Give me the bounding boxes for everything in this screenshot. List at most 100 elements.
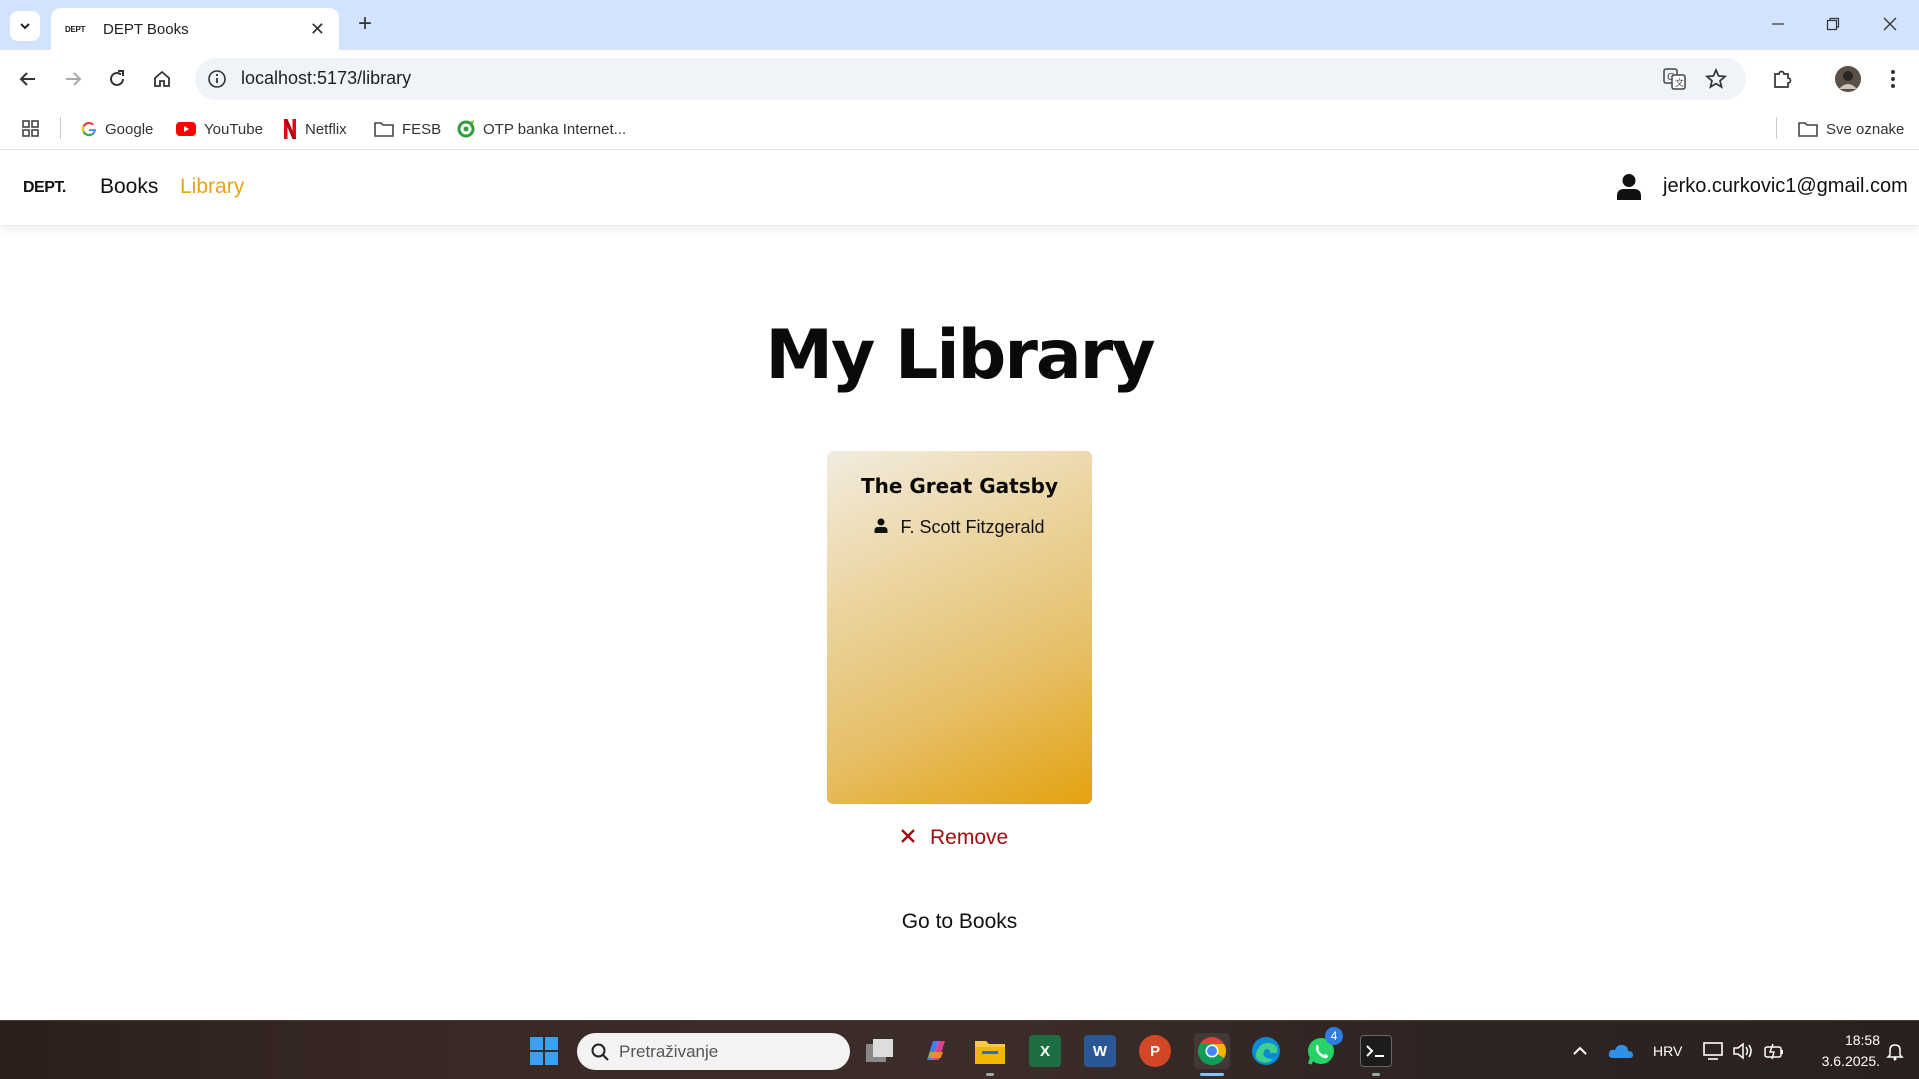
arrow-right-icon	[66, 72, 82, 86]
taskbar-search-placeholder: Pretraživanje	[619, 1041, 719, 1061]
close-tab-icon[interactable]: ✕	[310, 19, 325, 40]
volume-icon[interactable]	[1730, 1035, 1756, 1067]
browser-tab-strip: DEPT DEPT Books ✕ +	[0, 0, 1919, 50]
battery-icon[interactable]	[1761, 1035, 1787, 1067]
windows-taskbar: Pretraživanje X W P 4 HRV 18:58 3.6.2025…	[0, 1020, 1919, 1079]
bookmarks-divider	[1776, 117, 1777, 139]
forward-button[interactable]	[57, 63, 89, 95]
close-icon	[1883, 17, 1897, 31]
reload-icon	[110, 70, 124, 86]
go-to-books-link[interactable]: Go to Books	[0, 910, 1919, 934]
translate-icon[interactable]: G文	[1663, 68, 1687, 95]
book-author: F. Scott Fitzgerald	[900, 517, 1045, 537]
remove-label: Remove	[930, 826, 1009, 849]
page-title: My Library	[765, 316, 1155, 395]
running-indicator	[1372, 1073, 1380, 1076]
taskbar-search-box[interactable]: Pretraživanje	[577, 1033, 850, 1070]
bookmark-youtube[interactable]: YouTube	[176, 113, 263, 145]
search-icon	[591, 1043, 609, 1061]
author-person-icon	[874, 518, 888, 538]
address-bar[interactable]: localhost:5173/library G文	[195, 58, 1746, 100]
tab-title: DEPT Books	[103, 20, 189, 38]
restore-button[interactable]	[1813, 8, 1853, 40]
bookmarks-bar: Google YouTube Netflix FESB OTP banka In…	[0, 108, 1919, 150]
all-bookmarks-label: Sve oznake	[1826, 120, 1905, 138]
close-x-icon	[900, 828, 916, 849]
network-icon[interactable]	[1700, 1035, 1726, 1067]
file-explorer-icon[interactable]	[974, 1035, 1006, 1067]
minimize-button[interactable]	[1758, 8, 1798, 40]
bookmark-star-icon[interactable]	[1704, 67, 1728, 95]
clock-date[interactable]: 3.6.2025.	[1806, 1053, 1880, 1069]
url-text[interactable]: localhost:5173/library	[241, 68, 411, 89]
user-email[interactable]: jerko.curkovic1@gmail.com	[1663, 175, 1908, 198]
otp-icon	[457, 120, 475, 138]
apps-grid-icon	[22, 120, 39, 137]
close-window-button[interactable]	[1870, 8, 1910, 40]
clock-time[interactable]: 18:58	[1828, 1032, 1880, 1048]
whatsapp-notification-badge: 4	[1325, 1027, 1343, 1045]
browser-tab[interactable]: DEPT DEPT Books ✕	[51, 8, 339, 50]
bookmark-label: Netflix	[305, 120, 347, 138]
home-icon	[154, 70, 170, 87]
new-tab-button[interactable]: +	[351, 11, 379, 39]
chrome-taskbar-button[interactable]	[1194, 1033, 1230, 1069]
nav-books-link[interactable]: Books	[100, 175, 158, 199]
home-button[interactable]	[146, 63, 178, 95]
bookmark-folder-fesb[interactable]: FESB	[374, 113, 441, 145]
profile-avatar[interactable]	[1832, 63, 1864, 95]
excel-icon[interactable]: X	[1029, 1035, 1061, 1067]
bookmark-label: Google	[105, 120, 154, 138]
book-title: The Great Gatsby	[860, 474, 1058, 498]
puzzle-icon	[1774, 70, 1792, 88]
tab-search-button[interactable]	[10, 11, 40, 41]
powerpoint-icon[interactable]: P	[1139, 1035, 1171, 1067]
bookmark-google[interactable]: Google	[81, 113, 153, 145]
notification-bell-icon[interactable]	[1880, 1035, 1910, 1067]
minimize-icon	[1772, 23, 1784, 25]
back-button[interactable]	[12, 63, 44, 95]
arrow-left-icon	[19, 72, 35, 86]
book-card[interactable]: The Great Gatsby F. Scott Fitzgerald	[827, 451, 1092, 804]
google-icon	[81, 121, 97, 137]
apps-shortcut[interactable]	[21, 113, 41, 145]
browser-menu-button[interactable]	[1877, 63, 1909, 95]
bookmark-label: FESB	[402, 120, 442, 138]
more-vertical-icon	[1891, 70, 1895, 88]
svg-text:文: 文	[1675, 77, 1684, 89]
all-bookmarks-folder[interactable]: Sve oznake	[1798, 113, 1904, 145]
whatsapp-icon[interactable]: 4	[1305, 1027, 1343, 1067]
onedrive-icon[interactable]	[1604, 1035, 1638, 1067]
tab-favicon: DEPT	[65, 24, 86, 34]
bookmarks-divider	[60, 117, 61, 139]
copilot-icon[interactable]	[920, 1035, 952, 1067]
extensions-button[interactable]	[1766, 63, 1798, 95]
running-indicator	[986, 1073, 994, 1076]
chevron-up-icon[interactable]	[1566, 1035, 1594, 1067]
youtube-icon	[176, 122, 196, 136]
windows-logo-icon	[530, 1037, 558, 1065]
bookmark-label: OTP banka Internet...	[483, 120, 627, 138]
chevron-down-icon	[20, 23, 30, 30]
user-icon	[1616, 173, 1642, 206]
active-app-indicator	[1200, 1073, 1224, 1076]
word-icon[interactable]: W	[1084, 1035, 1116, 1067]
chrome-icon	[1198, 1037, 1226, 1065]
nav-library-link[interactable]: Library	[180, 175, 244, 199]
reload-button[interactable]	[101, 63, 133, 95]
windows-start-button[interactable]	[528, 1035, 560, 1067]
dept-logo[interactable]: DEPT.	[23, 179, 66, 197]
remove-book-button[interactable]: Remove	[900, 826, 1008, 850]
site-info-icon[interactable]	[207, 69, 227, 94]
terminal-icon[interactable]	[1360, 1035, 1392, 1067]
folder-icon	[374, 121, 394, 137]
avatar	[1835, 66, 1861, 92]
task-view-icon[interactable]	[864, 1035, 896, 1067]
netflix-icon	[283, 119, 297, 139]
language-indicator[interactable]: HRV	[1653, 1043, 1682, 1059]
bookmark-label: YouTube	[204, 120, 263, 138]
edge-icon[interactable]	[1250, 1035, 1282, 1067]
bookmark-netflix[interactable]: Netflix	[283, 113, 347, 145]
bookmark-otp[interactable]: OTP banka Internet...	[457, 113, 626, 145]
restore-icon	[1826, 17, 1840, 31]
